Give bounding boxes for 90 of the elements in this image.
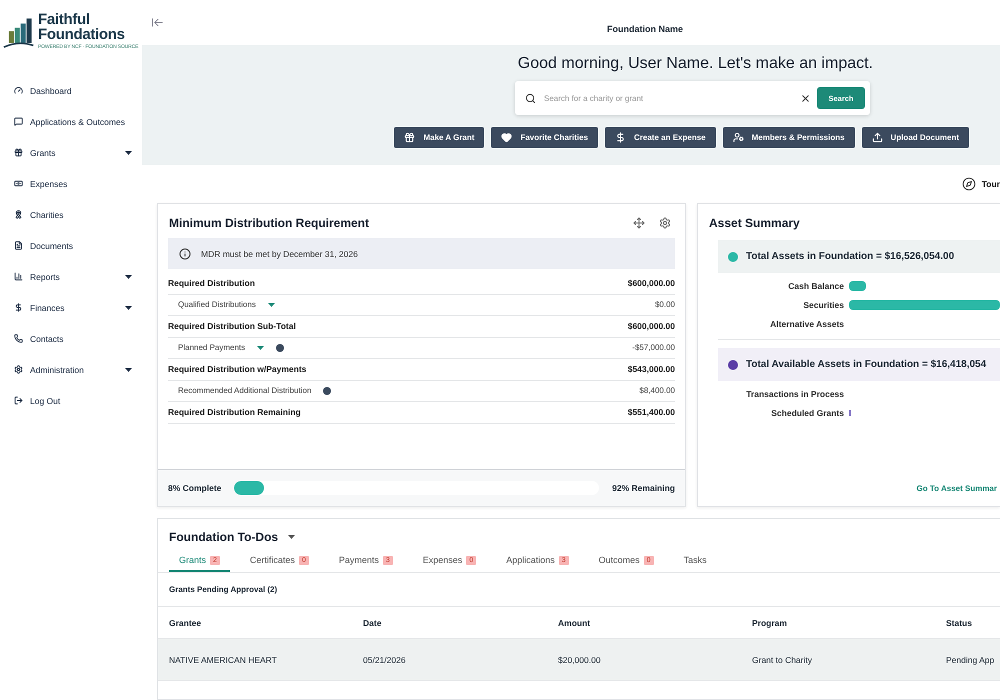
logo-icon: [3, 16, 35, 48]
bar-chart-icon: [14, 272, 23, 281]
sidebar-item[interactable]: Grants: [0, 137, 142, 168]
row-label: Required Distribution Sub-Total: [168, 321, 296, 332]
dropdown-toggle[interactable]: [268, 302, 275, 307]
column-header: Grantee: [169, 618, 202, 628]
row-label: Required Distribution: [168, 278, 255, 288]
tab[interactable]: Tasks: [674, 550, 717, 572]
asset-label: Alternative Assets: [769, 319, 844, 329]
user-gear-icon: [732, 132, 744, 143]
row-value: $600,000.00: [628, 278, 675, 288]
ribbon-icon: [14, 210, 23, 219]
row-value: -$57,000.00: [632, 343, 675, 352]
compass-icon: [962, 177, 976, 191]
asset-bar: [849, 281, 866, 291]
action-button[interactable]: Make A Grant: [394, 127, 484, 148]
row-label: Qualified Distributions: [178, 300, 256, 310]
collapse-button[interactable]: [151, 16, 164, 29]
greeting: Good morning, User Name. Let's make an impact.: [518, 55, 873, 73]
table-cell-text: Pending App: [946, 654, 996, 664]
caret-icon: [288, 535, 296, 539]
dollar-icon: [615, 132, 626, 143]
sidebar-item[interactable]: Applications & Outcomes: [0, 106, 142, 137]
chat-icon: [14, 117, 23, 126]
heart-icon: [501, 132, 512, 143]
gauge-icon: [14, 86, 23, 95]
action-button[interactable]: Favorite Charities: [491, 127, 598, 148]
table-cell-text: 05/21/2026: [363, 654, 407, 664]
column-header: Status: [946, 618, 973, 628]
upload-icon: [872, 132, 883, 143]
table-cell-text: Grant to Charity: [752, 654, 813, 664]
caret-icon: [257, 346, 264, 350]
sidebar-item[interactable]: Reports: [0, 261, 142, 292]
banknote-icon: [14, 179, 23, 188]
sidebar-item[interactable]: Log Out: [0, 385, 142, 416]
sidebar-item[interactable]: Contacts: [0, 323, 142, 354]
group-title: Total Assets in Foundation = $16,526,054.00: [746, 251, 954, 262]
sidebar-item[interactable]: Expenses: [0, 168, 142, 199]
dropdown-toggle[interactable]: [288, 535, 296, 539]
table-cell-text: NATIVE AMERICAN HEART: [169, 654, 278, 664]
dropdown-toggle[interactable]: [257, 346, 264, 350]
column-header: Date: [363, 618, 382, 628]
gear-icon: [14, 365, 23, 374]
document-icon: [14, 241, 23, 250]
asset-label: Transactions in Process: [745, 389, 844, 399]
gift-icon: [404, 132, 416, 143]
row-label: Planned Payments: [178, 343, 246, 352]
row-value: $0.00: [654, 300, 675, 310]
column-header: Program: [752, 618, 788, 628]
asset-label: Cash Balance: [787, 281, 844, 291]
sidebar-item[interactable]: Finances: [0, 292, 142, 323]
foundation-title: Foundation Name: [607, 24, 683, 34]
gift-icon: [14, 148, 23, 157]
phone-icon: [14, 334, 23, 343]
sidebar-item[interactable]: Administration: [0, 354, 142, 385]
row-value: $600,000.00: [628, 321, 675, 332]
dollar-icon: [14, 303, 23, 312]
card-title: Minimum Distribution Requirement: [169, 216, 370, 230]
info-icon: [179, 248, 191, 260]
notice-text: MDR must be met by December 31, 2026: [201, 248, 358, 258]
move-button[interactable]: [633, 217, 645, 229]
row-value: $8,400.00: [639, 386, 675, 396]
action-button[interactable]: Members & Permissions: [722, 127, 855, 148]
card-title: Foundation To-Dos: [169, 530, 278, 544]
settings-button[interactable]: [659, 217, 671, 229]
row-value: $543,000.00: [628, 364, 675, 374]
table-cell-text: $20,000.00: [558, 654, 602, 664]
column-header: Amount: [558, 618, 592, 628]
asset-summary-link[interactable]: Go To Asset Summar: [916, 484, 997, 506]
asset-label: Securities: [802, 300, 844, 310]
row-value: $551,400.00: [628, 407, 675, 418]
caret-icon: [268, 302, 275, 307]
row-label: Recommended Additional Distribution: [178, 386, 312, 396]
row-label: Required Distribution w/Payments: [168, 364, 306, 374]
complete-label: 8% Complete: [168, 483, 222, 493]
tour-link[interactable]: Tour: [962, 177, 1000, 191]
action-button[interactable]: Create an Expense: [605, 127, 716, 148]
close-button[interactable]: [800, 92, 811, 104]
row-label: Required Distribution Remaining: [168, 407, 301, 418]
sidebar-item[interactable]: Documents: [0, 230, 142, 261]
remaining-label: 92% Remaining: [612, 483, 675, 493]
logout-icon: [14, 396, 23, 405]
sidebar-item[interactable]: Dashboard: [0, 75, 142, 106]
group-title: Total Available Assets in Foundation = $16,418,054: [746, 359, 986, 370]
card-title: Asset Summary: [709, 216, 801, 230]
logo-text: Faithful Foundations: [38, 12, 126, 42]
asset-label: Scheduled Grants: [770, 408, 844, 418]
action-button[interactable]: Upload Document: [862, 127, 969, 148]
search-icon: [525, 92, 536, 104]
sidebar-item[interactable]: Charities: [0, 199, 142, 230]
